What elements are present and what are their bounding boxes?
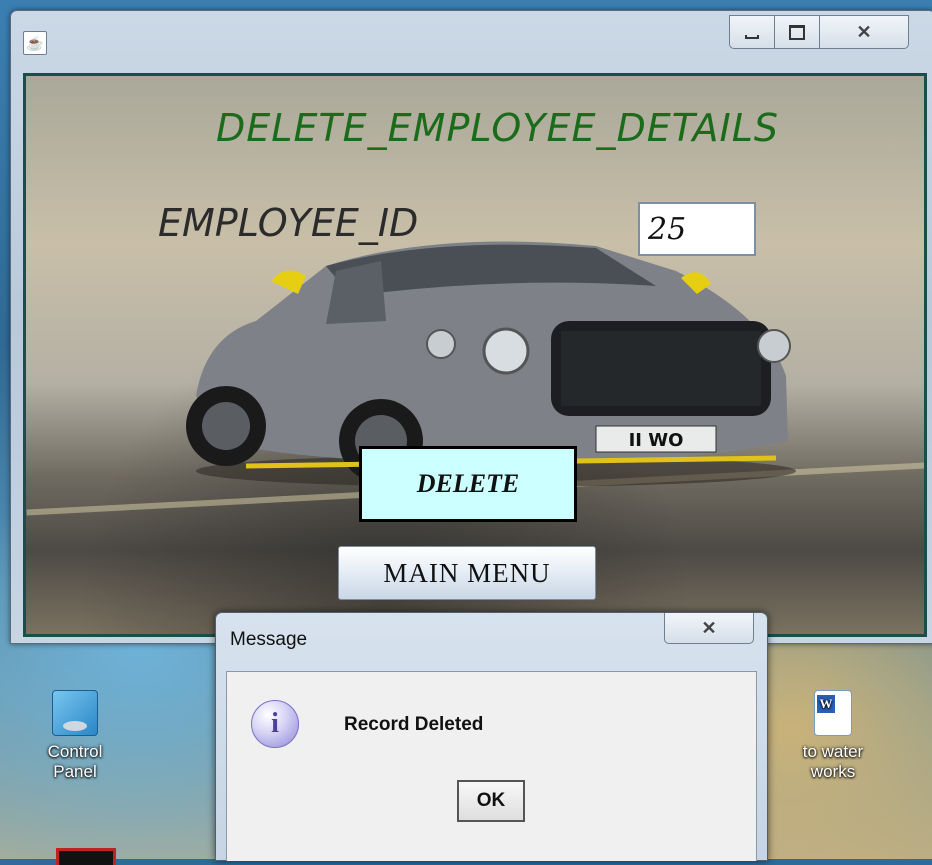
desktop-icon-document[interactable]: to water works [788,690,878,782]
dialog-title: Message [230,629,308,650]
taskbar-item-icon[interactable] [56,848,116,865]
control-panel-icon [52,690,98,736]
message-dialog: Message ✕ i Record Deleted OK [215,612,768,861]
ok-button[interactable]: OK [457,780,525,822]
info-icon: i [251,700,299,748]
maximize-button[interactable] [774,15,820,49]
main-menu-button[interactable]: MAIN MENU [338,546,596,600]
employee-delete-window: ☕ ✕ II WO DELETE_EMPLOYEE_DETAILS EMPLOY… [10,10,932,644]
dialog-message: Record Deleted [344,714,484,735]
desktop-icon-label: to water [802,742,864,761]
employee-id-input[interactable]: 25 [638,202,756,256]
minimize-icon [745,35,759,39]
desktop-icon-label: Panel [53,762,97,781]
form-panel: II WO DELETE_EMPLOYEE_DETAILS EMPLOYEE_I… [23,73,927,637]
desktop-icon-label: Control [47,742,103,761]
employee-id-label: EMPLOYEE_ID [158,201,419,245]
dialog-close-button[interactable]: ✕ [664,613,754,644]
page-title: DELETE_EMPLOYEE_DETAILS [216,106,780,150]
close-icon: ✕ [856,21,872,42]
word-document-icon [814,690,852,736]
minimize-button[interactable] [729,15,775,49]
license-plate-text: II WO [629,430,684,451]
maximize-icon [789,24,805,40]
delete-button[interactable]: DELETE [359,446,577,522]
desktop-icon-control-panel[interactable]: Control Panel [30,690,120,782]
close-icon: ✕ [701,617,717,638]
desktop-icon-label: works [810,762,856,781]
close-button[interactable]: ✕ [819,15,909,49]
dialog-body: i Record Deleted OK [226,671,757,861]
java-icon[interactable]: ☕ [23,31,47,55]
